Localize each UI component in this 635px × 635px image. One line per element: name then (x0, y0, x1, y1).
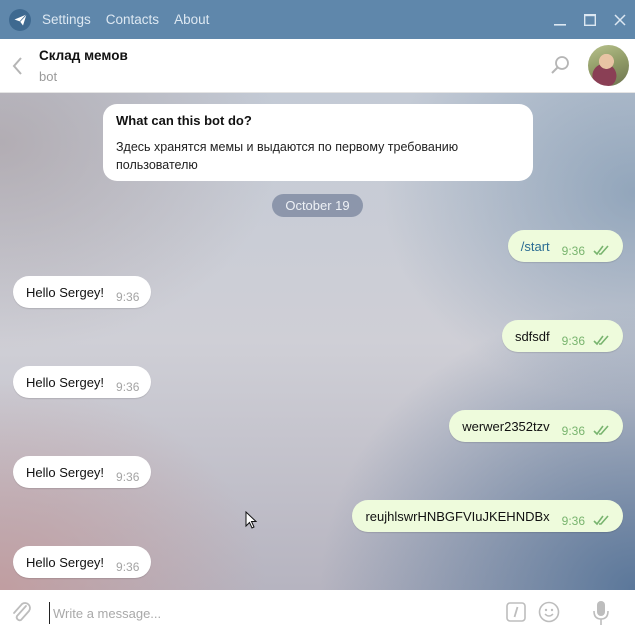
minimize-button[interactable] (545, 0, 575, 39)
message-list[interactable]: What can this bot do? Здесь хранятся мем… (0, 93, 635, 590)
message-incoming[interactable]: Hello Sergey! 9:36 (13, 456, 152, 488)
emoji-button[interactable] (538, 601, 560, 623)
message-time: 9:36 (116, 470, 140, 484)
chat-header: Склад мемов bot (0, 39, 635, 93)
message-time: 9:36 (561, 334, 585, 348)
message-time: 9:36 (116, 560, 140, 574)
minimize-icon (554, 23, 566, 26)
message-incoming[interactable]: Hello Sergey! 9:36 (13, 366, 152, 398)
message-text: Hello Sergey! (26, 284, 105, 300)
message-text: sdfsdf (514, 328, 550, 344)
double-check-icon (593, 245, 609, 256)
chat-title[interactable]: Склад мемов (39, 48, 128, 63)
telegram-logo-icon[interactable] (9, 8, 31, 31)
date-separator: October 19 (272, 194, 363, 217)
chat-status: bot (39, 69, 58, 84)
maximize-icon (584, 13, 596, 26)
bot-command-icon (506, 602, 526, 622)
bot-description-title: What can this bot do? (116, 113, 252, 128)
bot-description-text: Здесь хранятся мемы и выдаются по первом… (116, 140, 459, 172)
window-controls (545, 0, 635, 39)
message-text: reujhlswrHNBGFVIuJKEHNDBx (365, 508, 550, 524)
search-button[interactable] (548, 53, 572, 77)
message-time: 9:36 (561, 424, 585, 438)
message-outgoing[interactable]: /start 9:36 (507, 230, 623, 262)
message-outgoing[interactable]: werwer2352tzv 9:36 (449, 410, 623, 442)
double-check-icon (593, 515, 609, 526)
message-composer (0, 590, 635, 635)
menu-contacts[interactable]: Contacts (106, 12, 159, 27)
message-time: 9:36 (561, 514, 585, 528)
back-button[interactable] (8, 55, 28, 77)
message-input[interactable] (49, 602, 479, 624)
bot-commands-button[interactable] (506, 602, 526, 622)
chevron-left-icon (12, 57, 22, 75)
paperclip-icon (13, 602, 31, 622)
message-incoming[interactable]: Hello Sergey! 9:36 (13, 546, 152, 578)
double-check-icon (593, 335, 609, 346)
message-time: 9:36 (561, 244, 585, 258)
voice-record-button[interactable] (592, 600, 610, 626)
message-incoming[interactable]: Hello Sergey! 9:36 (13, 276, 152, 308)
menu-settings[interactable]: Settings (42, 12, 91, 27)
menu-about[interactable]: About (174, 12, 209, 27)
close-icon (614, 13, 626, 26)
message-text: Hello Sergey! (26, 374, 105, 390)
message-text: Hello Sergey! (26, 554, 105, 570)
message-time: 9:36 (116, 380, 140, 394)
message-outgoing[interactable]: reujhlswrHNBGFVIuJKEHNDBx 9:36 (352, 500, 623, 532)
emoji-icon (538, 601, 560, 623)
message-text[interactable]: /start (521, 239, 550, 254)
message-text: werwer2352tzv (462, 418, 550, 434)
main-menu: Settings Contacts About (42, 12, 224, 27)
message-text: Hello Sergey! (26, 464, 105, 480)
window-titlebar: Settings Contacts About (0, 0, 635, 39)
bot-description-card: What can this bot do? Здесь хранятся мем… (103, 104, 533, 181)
search-icon (551, 56, 569, 74)
attach-button[interactable] (10, 600, 34, 626)
avatar[interactable] (588, 45, 629, 86)
message-time: 9:36 (116, 290, 140, 304)
message-outgoing[interactable]: sdfsdf 9:36 (501, 320, 623, 352)
close-button[interactable] (605, 0, 635, 39)
microphone-icon (593, 601, 609, 625)
mouse-pointer-icon (245, 511, 258, 529)
double-check-icon (593, 425, 609, 436)
maximize-button[interactable] (575, 0, 605, 39)
